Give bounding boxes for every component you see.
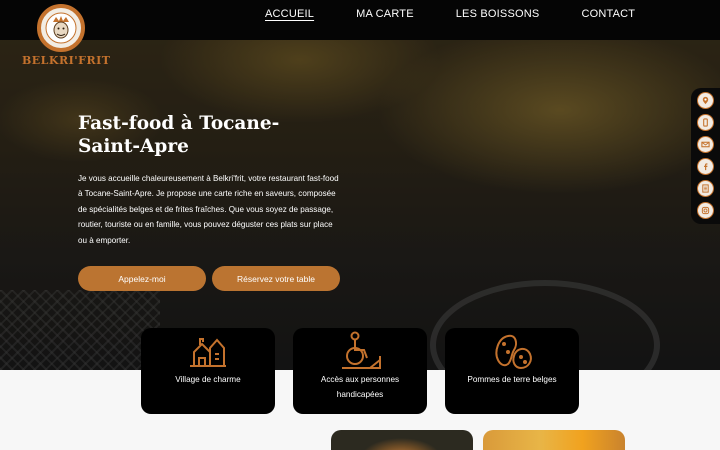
feature-card-potatoes: Pommes de terre belges [445, 328, 579, 414]
hero-description: Je vous accueille chaleureusement à Belk… [78, 174, 339, 245]
phone-icon[interactable] [697, 114, 714, 131]
mail-icon[interactable] [697, 136, 714, 153]
logo-text: BELKRI'FRIT [22, 54, 111, 67]
nav-item-contact[interactable]: CONTACT [581, 8, 635, 20]
call-button[interactable]: Appelez-moi [78, 266, 206, 291]
main-navigation: ACCUEIL MA CARTE LES BOISSONS CONTACT [265, 0, 677, 28]
fries-photo [483, 430, 625, 450]
nav-item-accueil[interactable]: ACCUEIL [265, 8, 314, 20]
feature-label: Pommes de terre belges [467, 375, 557, 384]
logo-emblem-icon [37, 4, 85, 52]
book-table-button[interactable]: Réservez votre table [212, 266, 340, 291]
potatoes-icon [445, 330, 579, 370]
feature-card-village: Village de charme [141, 328, 275, 414]
wheelchair-ramp-icon [293, 330, 427, 370]
feature-label: Accès aux personnes handicapées [320, 375, 400, 399]
instagram-icon[interactable] [697, 202, 714, 219]
feature-card-accessibility: Accès aux personnes handicapées [293, 328, 427, 414]
nav-item-les-boissons[interactable]: LES BOISSONS [456, 8, 540, 20]
menu-card-icon[interactable] [697, 180, 714, 197]
feature-label: Village de charme [175, 375, 241, 384]
nav-item-ma-carte[interactable]: MA CARTE [356, 8, 414, 20]
facebook-icon[interactable] [697, 158, 714, 175]
site-logo[interactable]: BELKRI'FRIT [22, 4, 111, 68]
village-house-icon [141, 330, 275, 370]
social-sidebar [691, 88, 720, 224]
map-pin-icon[interactable] [697, 92, 714, 109]
page-title: Fast-food à Tocane-Saint-Apre [78, 113, 280, 157]
burger-photo [331, 430, 473, 450]
